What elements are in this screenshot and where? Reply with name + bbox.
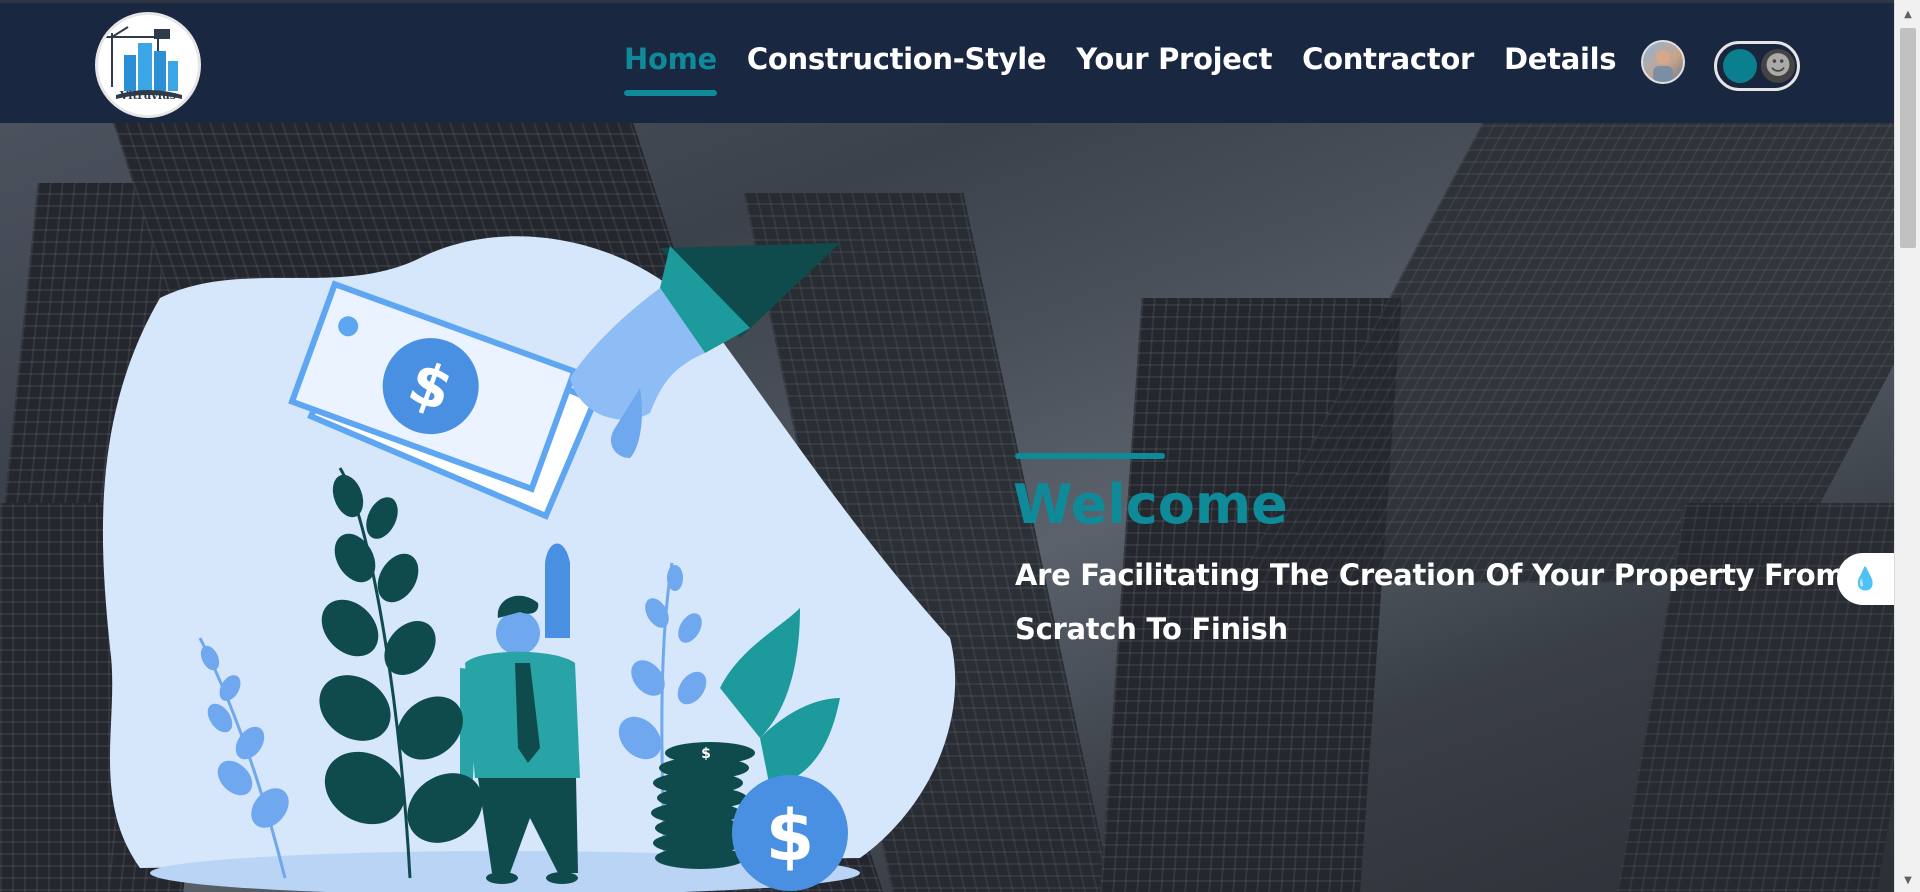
coin-dollar-icon: $ — [766, 795, 815, 877]
scroll-thumb[interactable] — [1900, 28, 1916, 248]
user-photo-icon — [1653, 50, 1673, 82]
scroll-up-arrow-icon[interactable]: ▲ — [1895, 4, 1920, 24]
nav-construction-style-label: Construction-Style — [746, 42, 1047, 76]
main-nav: Home Construction-Style Your Project Con… — [624, 42, 1617, 96]
accessibility-button[interactable]: 💧 — [1837, 553, 1894, 605]
toggle-knob — [1723, 49, 1757, 83]
nav-home[interactable]: Home — [624, 42, 717, 96]
nav-home-label: Home — [624, 42, 717, 76]
money-illustration: $ $ $ — [102, 236, 956, 892]
hero-section: $ $ $ Welcome Are Facilitating The Creat… — [0, 123, 1894, 892]
background-building — [0, 503, 110, 892]
nav-details[interactable]: Details — [1504, 42, 1617, 76]
theme-toggle[interactable]: ☻ — [1714, 41, 1800, 91]
hero-title: Welcome — [1013, 473, 1288, 536]
scroll-down-arrow-icon[interactable]: ▼ — [1895, 870, 1920, 890]
svg-text:$: $ — [701, 746, 711, 762]
active-nav-indicator — [624, 90, 717, 96]
logo-text: Vitruvius — [119, 89, 177, 102]
nav-contractor[interactable]: Contractor — [1302, 42, 1474, 76]
nav-your-project[interactable]: Your Project — [1076, 42, 1272, 76]
nav-details-label: Details — [1504, 42, 1617, 76]
welcome-accent-bar — [1015, 453, 1165, 459]
site-logo[interactable]: Vitruvius — [95, 12, 201, 118]
user-avatar[interactable] — [1641, 40, 1685, 84]
navbar: Vitruvius Home Construction-Style Your P… — [0, 4, 1894, 123]
hero-tagline: Are Facilitating The Creation Of Your Pr… — [1015, 558, 1846, 646]
nav-construction-style[interactable]: Construction-Style — [746, 42, 1047, 76]
nav-contractor-label: Contractor — [1302, 42, 1475, 76]
moon-face-icon: ☻ — [1761, 49, 1795, 83]
water-sparkle-icon: 💧 — [1851, 566, 1880, 592]
nav-your-project-label: Your Project — [1076, 42, 1273, 76]
page-scrollbar[interactable]: ▲ ▼ — [1894, 0, 1920, 892]
